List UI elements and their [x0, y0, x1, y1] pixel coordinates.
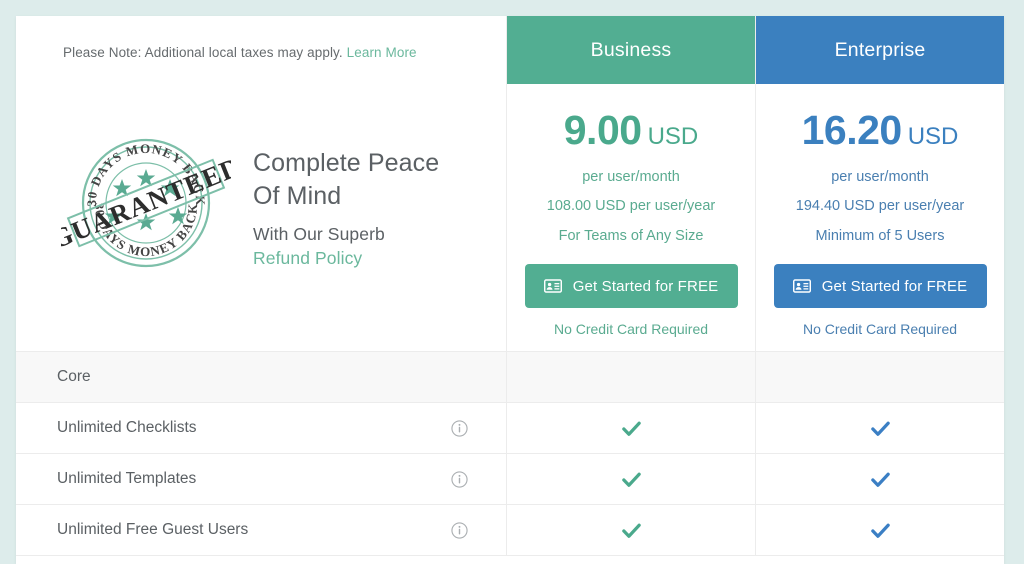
table-row: Unlimited Checklists [16, 402, 1004, 454]
info-icon[interactable] [451, 521, 468, 539]
money-back-guarantee-stamp-icon: 30 DAYS MONEY BACK 30 DAYS MONEY BACK GU… [61, 138, 231, 268]
check-icon [621, 421, 641, 436]
check-icon [621, 523, 641, 538]
plan-price-amount-business: 9.00 [563, 107, 642, 153]
no-credit-card-note-business: No Credit Card Required [553, 321, 709, 337]
feature-group-label: Core [57, 368, 91, 385]
info-icon[interactable] [451, 419, 468, 437]
plan-annual-price-business: 108.00 USD per user/year [546, 198, 716, 214]
get-started-button-business[interactable]: Get Started for FREE [524, 264, 738, 308]
feature-group-cell-enterprise [755, 351, 1004, 403]
no-credit-card-note-enterprise: No Credit Card Required [802, 321, 958, 337]
feature-value-enterprise [755, 504, 1004, 556]
plan-name-business: Business [590, 38, 672, 61]
feature-label: Unlimited Checklists [57, 419, 197, 436]
plan-columns: Business 9.00 USD per user/month 108.00 U… [506, 16, 1004, 352]
table-row: Unlimited Templates [16, 453, 1004, 505]
plan-price-currency-business: USD [647, 123, 699, 150]
plan-name-enterprise: Enterprise [834, 38, 926, 61]
plan-price-amount-enterprise: 16.20 [801, 107, 903, 153]
plan-header-business: Business [507, 16, 755, 84]
plan-header-enterprise: Enterprise [756, 16, 1004, 84]
info-icon[interactable] [451, 470, 468, 488]
feature-value-enterprise [755, 453, 1004, 505]
check-icon [870, 472, 890, 487]
plan-price-enterprise: 16.20 USD [756, 110, 1004, 151]
tax-note-text: Please Note: Additional local taxes may … [63, 45, 343, 60]
plan-period-enterprise: per user/month [831, 169, 929, 185]
pricing-top-section: Please Note: Additional local taxes may … [16, 16, 1004, 352]
feature-name-cell: Unlimited Free Guest Users [16, 521, 506, 539]
guarantee-heading-line2: Of Mind [253, 182, 342, 210]
plan-eligibility-business: For Teams of Any Size [558, 228, 704, 244]
get-started-label-business: Get Started for FREE [572, 277, 719, 295]
feature-value-business [506, 504, 755, 556]
plan-column-business: Business 9.00 USD per user/month 108.00 U… [506, 16, 755, 352]
check-icon [621, 472, 641, 487]
get-started-label-enterprise: Get Started for FREE [821, 277, 968, 295]
table-row: Unlimited Free Guest Users [16, 504, 1004, 556]
check-icon [870, 523, 890, 538]
id-card-icon [543, 279, 562, 293]
feature-group-cell-business [506, 351, 755, 403]
guarantee-text: Complete Peace Of Mind With Our Superb R… [253, 143, 439, 270]
id-card-icon [792, 279, 811, 293]
plan-price-business: 9.00 USD [507, 110, 755, 151]
guarantee-subheading: With Our Superb [253, 224, 385, 245]
feature-name-cell: Unlimited Templates [16, 470, 506, 488]
feature-value-enterprise [755, 402, 1004, 454]
plan-period-business: per user/month [582, 169, 680, 185]
feature-label: Unlimited Templates [57, 470, 197, 487]
pricing-card: Please Note: Additional local taxes may … [16, 16, 1004, 564]
feature-value-business [506, 402, 755, 454]
check-icon [870, 421, 890, 436]
feature-value-business [506, 453, 755, 505]
guarantee-block: 30 DAYS MONEY BACK 30 DAYS MONEY BACK GU… [61, 131, 535, 281]
get-started-button-enterprise[interactable]: Get Started for FREE [773, 264, 987, 308]
tax-note: Please Note: Additional local taxes may … [63, 45, 417, 60]
refund-policy-link[interactable]: Refund Policy [253, 248, 439, 269]
feature-name-cell: Unlimited Checklists [16, 419, 506, 437]
plan-price-currency-enterprise: USD [907, 123, 959, 150]
plan-annual-price-enterprise: 194.40 USD per user/year [795, 198, 965, 214]
plan-eligibility-enterprise: Minimum of 5 Users [815, 228, 945, 244]
guarantee-heading-line1: Complete Peace [253, 148, 440, 177]
learn-more-link[interactable]: Learn More [347, 45, 417, 60]
feature-comparison-table: Core Unlimited Checklists Unlimited Temp… [16, 351, 1004, 556]
feature-group-header-core: Core [16, 351, 1004, 403]
feature-label: Unlimited Free Guest Users [57, 521, 249, 538]
plan-column-enterprise: Enterprise 16.20 USD per user/month 194.4… [755, 16, 1004, 352]
